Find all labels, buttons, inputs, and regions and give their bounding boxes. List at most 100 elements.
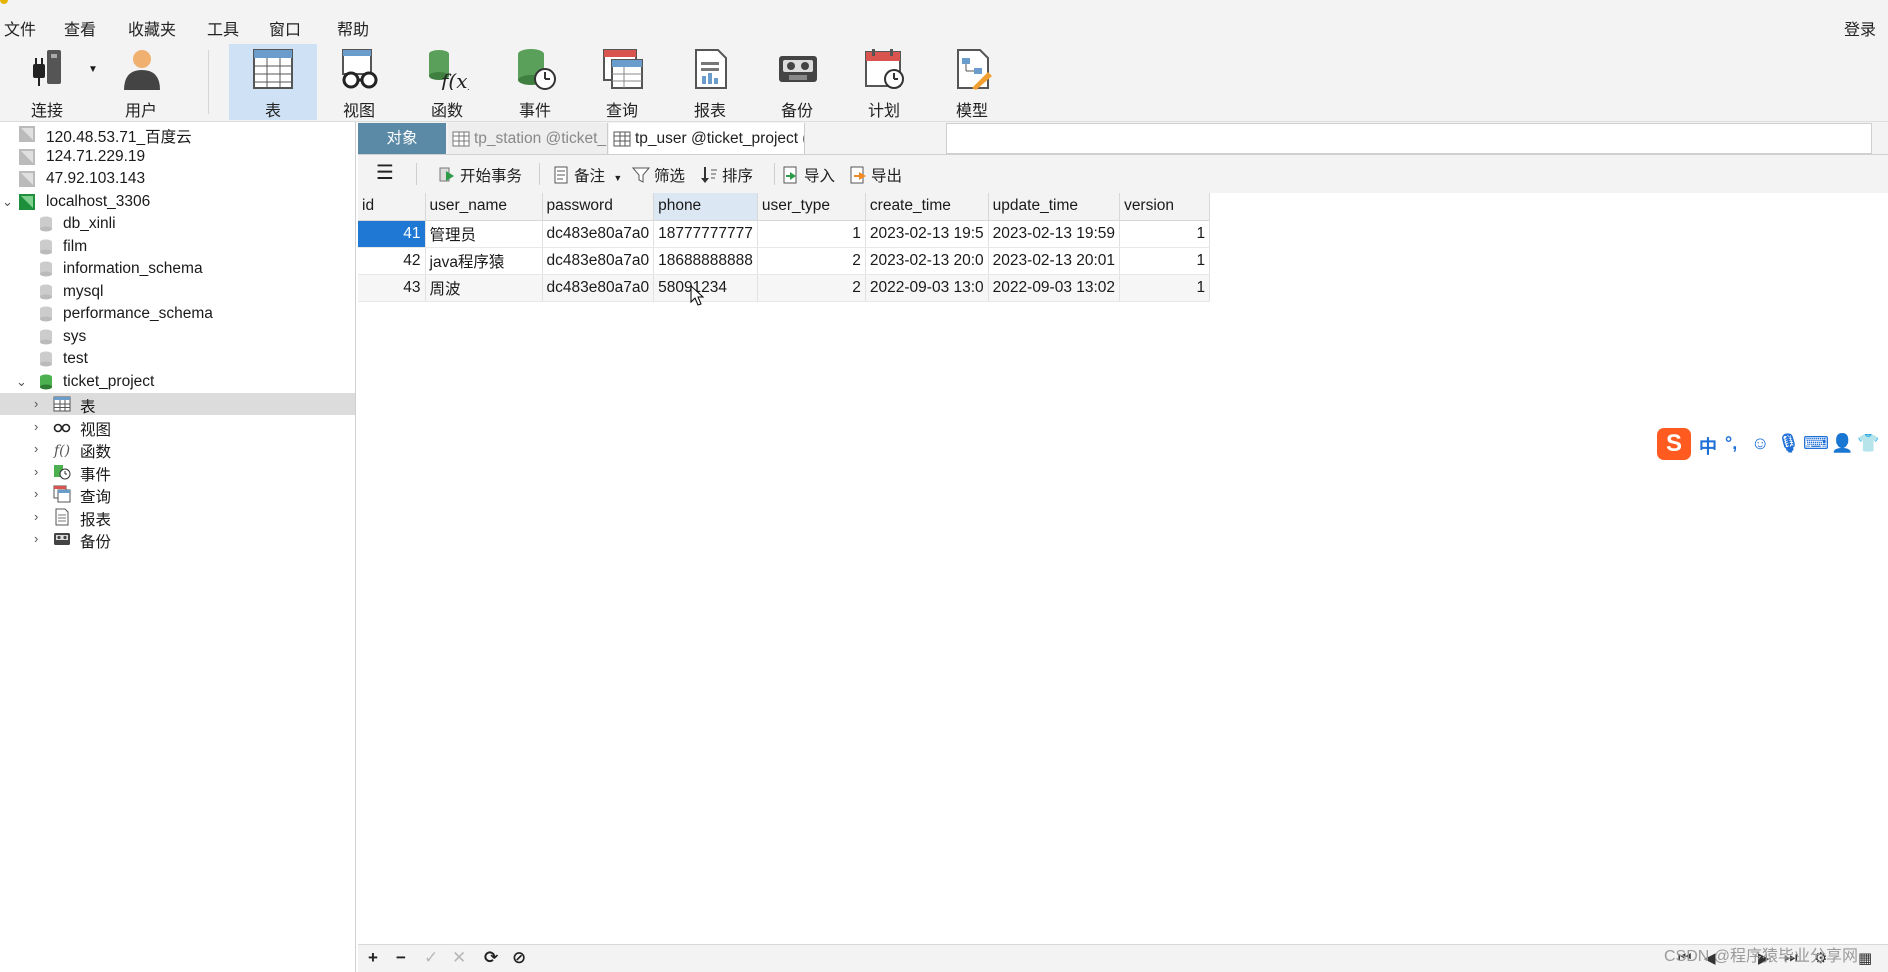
table-cell[interactable]: 2023-02-13 19:59 xyxy=(988,220,1121,248)
emoji-icon[interactable]: ☺ xyxy=(1751,433,1769,454)
chevron-right-icon[interactable]: › xyxy=(34,441,46,457)
ime-language-toggle[interactable]: 中 xyxy=(1699,433,1717,459)
table-cell[interactable]: 41 xyxy=(358,220,426,248)
menu-window[interactable]: 窗口 xyxy=(269,16,301,40)
tree-group-views[interactable]: › 视图 xyxy=(0,416,355,439)
dropdown-arrow-icon[interactable]: ▼ xyxy=(613,173,622,183)
tree-group-tables[interactable]: › 表 xyxy=(0,393,355,416)
column-header-user-type[interactable]: user_type xyxy=(757,193,866,221)
table-cell[interactable]: dc483e80a7a0 xyxy=(542,220,655,248)
tree-connection[interactable]: 124.71.229.19 xyxy=(0,146,355,168)
table-cell[interactable]: dc483e80a7a0 xyxy=(542,247,655,275)
tree-database[interactable]: sys xyxy=(0,326,355,348)
import-button[interactable]: 导入 xyxy=(782,164,835,186)
column-header-user-name[interactable]: user_name xyxy=(425,193,543,221)
sogou-logo-icon[interactable]: S xyxy=(1657,428,1691,460)
sort-button[interactable]: 排序 xyxy=(700,164,753,186)
toolbar-query-button[interactable]: 查询 xyxy=(579,44,665,120)
toolbar-model-button[interactable]: 模型 xyxy=(929,44,1015,120)
table-row[interactable]: 42 java程序猿 dc483e80a7a0 18688888888 2 20… xyxy=(358,247,1211,275)
toolbar-event-button[interactable]: 事件 xyxy=(492,44,578,120)
tab-tp-station[interactable]: tp_station @ticket_project (l... xyxy=(448,123,608,154)
tree-group-queries[interactable]: › 查询 xyxy=(0,483,355,506)
tree-group-backups[interactable]: › 备份 xyxy=(0,528,355,551)
grid-view-icon[interactable]: ▦ xyxy=(1858,949,1872,967)
table-cell[interactable]: 2022-09-03 13:02 xyxy=(988,274,1121,302)
toolbar-table-button[interactable]: 表 xyxy=(229,44,317,120)
export-button[interactable]: 导出 xyxy=(849,164,902,186)
table-cell[interactable]: 18777777777 xyxy=(653,220,758,248)
table-cell[interactable]: 2023-02-13 20:0 xyxy=(865,247,989,275)
column-header-create-time[interactable]: create_time xyxy=(865,193,989,221)
column-header-phone[interactable]: phone xyxy=(653,193,758,221)
table-cell[interactable]: 58091234 xyxy=(653,274,758,302)
tree-database[interactable]: information_schema xyxy=(0,258,355,280)
tab-objects[interactable]: 对象 xyxy=(358,123,446,154)
column-header-password[interactable]: password xyxy=(542,193,655,221)
tree-database[interactable]: test xyxy=(0,348,355,370)
login-link[interactable]: 登录 xyxy=(1844,16,1876,40)
column-header-id[interactable]: id xyxy=(358,193,426,221)
chevron-down-icon[interactable]: ⌄ xyxy=(16,374,28,390)
microphone-icon[interactable]: 🎙 xyxy=(1777,433,1800,454)
hamburger-menu-icon[interactable]: ☰ xyxy=(376,160,394,185)
dropdown-arrow-icon[interactable]: ▼ xyxy=(88,64,98,75)
keyboard-icon[interactable]: ⌨ xyxy=(1803,433,1829,454)
table-cell[interactable]: 18688888888 xyxy=(653,247,758,275)
menu-view[interactable]: 查看 xyxy=(64,16,96,40)
tree-group-reports[interactable]: › 报表 xyxy=(0,506,355,529)
table-cell[interactable]: 1 xyxy=(1119,247,1211,275)
table-cell[interactable]: 2 xyxy=(757,274,866,302)
toolbar-function-button[interactable]: f(x) 函数 xyxy=(404,44,490,120)
table-row[interactable]: 41 管理员 dc483e80a7a0 18777777777 1 2023-0… xyxy=(358,220,1211,248)
user-icon[interactable]: 👤 xyxy=(1831,433,1853,454)
apply-changes-button[interactable]: ✓ xyxy=(424,948,438,968)
table-cell[interactable]: dc483e80a7a0 xyxy=(542,274,655,302)
tree-connection[interactable]: 47.92.103.143 xyxy=(0,168,355,190)
menu-tools[interactable]: 工具 xyxy=(207,16,239,40)
table-cell[interactable]: 管理员 xyxy=(425,220,543,248)
tree-database[interactable]: db_xinli xyxy=(0,213,355,235)
tree-group-events[interactable]: › 事件 xyxy=(0,461,355,484)
chevron-right-icon[interactable]: › xyxy=(34,486,46,502)
table-cell[interactable]: 2 xyxy=(757,247,866,275)
tree-database[interactable]: film xyxy=(0,236,355,258)
chevron-right-icon[interactable]: › xyxy=(34,396,46,412)
menu-help[interactable]: 帮助 xyxy=(337,16,369,40)
chevron-right-icon[interactable]: › xyxy=(34,464,46,480)
delete-record-button[interactable]: − xyxy=(396,948,406,968)
tab-tp-user[interactable]: tp_user @ticket_project (loc... xyxy=(609,123,805,154)
tree-database-ticket-project[interactable]: ⌄ ticket_project xyxy=(0,371,355,393)
tree-database[interactable]: mysql xyxy=(0,281,355,303)
table-cell[interactable]: 1 xyxy=(1119,274,1211,302)
skin-shirt-icon[interactable]: 👕 xyxy=(1857,433,1879,454)
table-cell[interactable]: 2023-02-13 20:01 xyxy=(988,247,1121,275)
chevron-right-icon[interactable]: › xyxy=(34,509,46,525)
toolbar-report-button[interactable]: 报表 xyxy=(667,44,753,120)
menu-favorites[interactable]: 收藏夹 xyxy=(128,16,176,40)
tree-database[interactable]: performance_schema xyxy=(0,303,355,325)
toolbar-user-button[interactable]: 用户 xyxy=(98,44,184,120)
column-header-version[interactable]: version xyxy=(1119,193,1211,221)
punctuation-icon[interactable]: °, xyxy=(1725,433,1737,454)
toolbar-backup-button[interactable]: 备份 xyxy=(754,44,840,120)
table-cell[interactable]: 43 xyxy=(358,274,426,302)
menu-file[interactable]: 文件 xyxy=(4,16,36,40)
note-button[interactable]: 备注 ▼ xyxy=(552,164,622,186)
toolbar-schedule-button[interactable]: 计划 xyxy=(841,44,927,120)
column-header-update-time[interactable]: update_time xyxy=(988,193,1121,221)
table-cell[interactable]: 周波 xyxy=(425,274,543,302)
tree-connection[interactable]: 120.48.53.71_百度云 xyxy=(0,123,355,146)
toolbar-view-button[interactable]: 视图 xyxy=(316,44,402,120)
table-cell[interactable]: 2023-02-13 19:5 xyxy=(865,220,989,248)
stop-button[interactable]: ⊘ xyxy=(512,948,526,968)
chevron-right-icon[interactable]: › xyxy=(34,531,46,547)
tree-connection-localhost[interactable]: ⌄ localhost_3306 xyxy=(0,191,355,213)
table-row[interactable]: 43 周波 dc483e80a7a0 58091234 2 2022-09-03… xyxy=(358,274,1211,302)
tree-group-functions[interactable]: › f() 函数 xyxy=(0,438,355,461)
discard-changes-button[interactable]: ✕ xyxy=(452,948,466,968)
table-cell[interactable]: 42 xyxy=(358,247,426,275)
filter-button[interactable]: 筛选 xyxy=(632,164,685,186)
table-cell[interactable]: java程序猿 xyxy=(425,247,543,275)
table-cell[interactable]: 1 xyxy=(757,220,866,248)
